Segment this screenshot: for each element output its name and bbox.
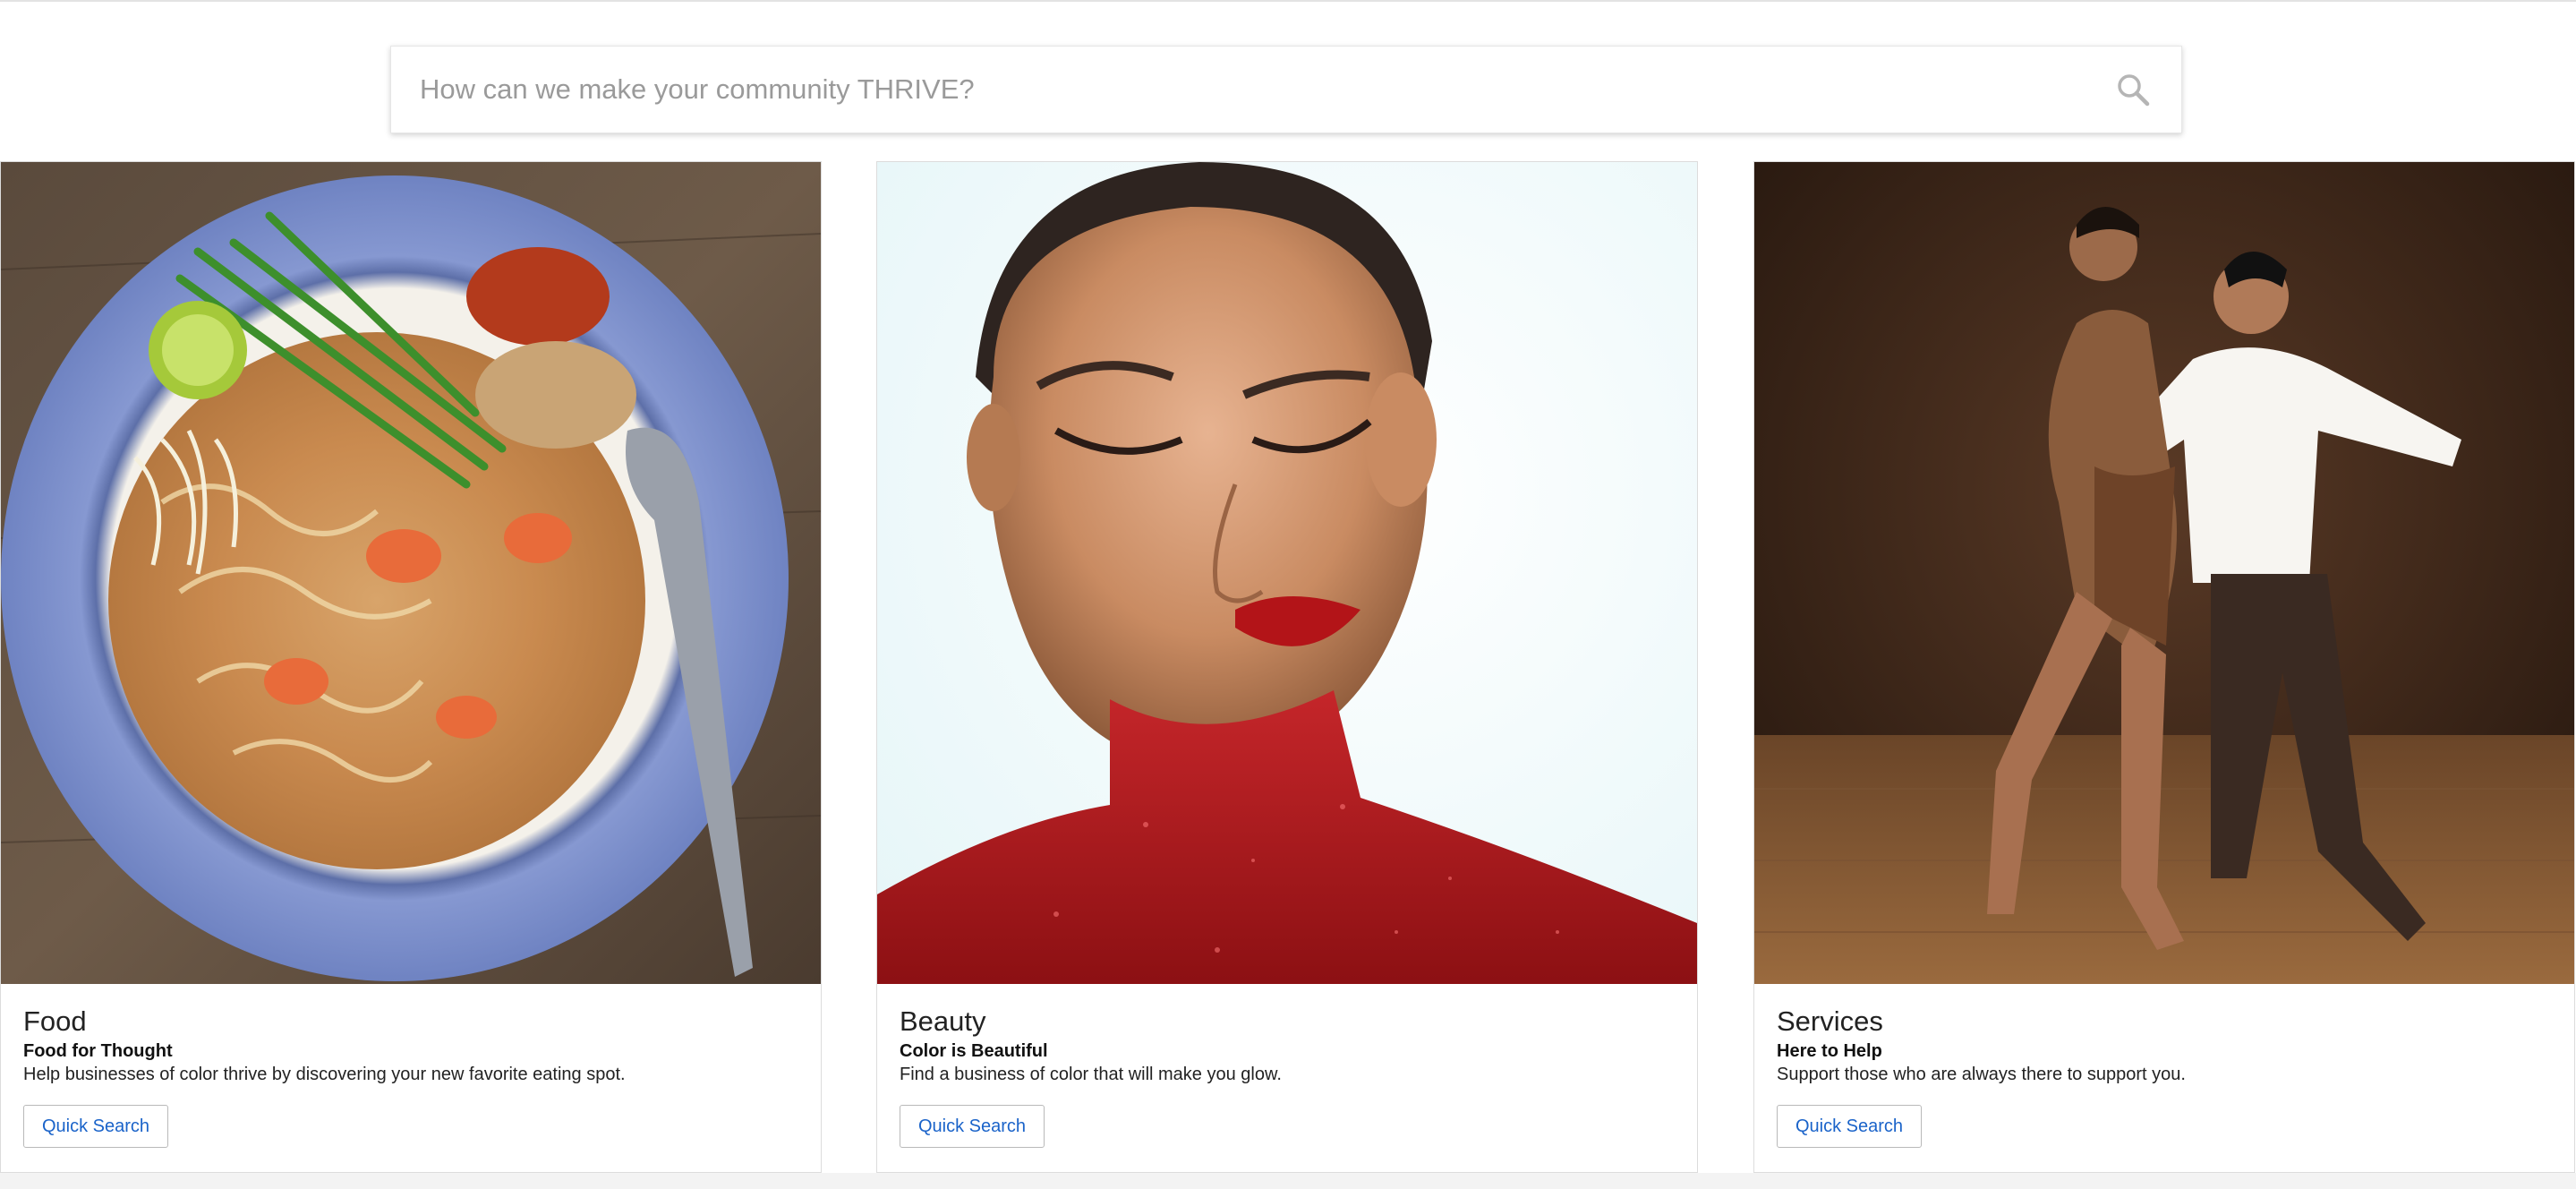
- card-description: Help businesses of color thrive by disco…: [23, 1065, 626, 1084]
- beauty-image: [877, 162, 1697, 984]
- search-bar: [390, 46, 2182, 133]
- food-card-body: Food Food for Thought Help businesses of…: [23, 1005, 803, 1086]
- search-icon[interactable]: [2115, 72, 2151, 107]
- card-title: Beauty: [900, 1005, 986, 1037]
- beauty-card-body: Beauty Color is Beautiful Find a busines…: [900, 1005, 1679, 1086]
- card-services: Services Here to Help Support those who …: [1753, 161, 2575, 1173]
- card-title: Services: [1777, 1005, 1883, 1037]
- food-image: [1, 162, 821, 984]
- services-image: [1754, 162, 2574, 984]
- page: Food Food for Thought Help businesses of…: [0, 0, 2576, 1189]
- search-input[interactable]: [420, 47, 2103, 133]
- card-subtitle: Food for Thought: [23, 1041, 173, 1061]
- services-quick-search-button[interactable]: Quick Search: [1777, 1105, 1923, 1148]
- card-subtitle: Here to Help: [1777, 1041, 1882, 1061]
- card-description: Find a business of color that will make …: [900, 1065, 1282, 1084]
- services-card-body: Services Here to Help Support those who …: [1777, 1005, 2556, 1086]
- card-food: Food Food for Thought Help businesses of…: [0, 161, 822, 1173]
- card-subtitle: Color is Beautiful: [900, 1041, 1048, 1061]
- card-beauty: Beauty Color is Beautiful Find a busines…: [876, 161, 1698, 1173]
- food-quick-search-button[interactable]: Quick Search: [23, 1105, 169, 1148]
- card-description: Support those who are always there to su…: [1777, 1065, 2186, 1084]
- card-title: Food: [23, 1005, 87, 1037]
- page-footer-shade: [0, 1173, 2576, 1189]
- beauty-quick-search-button[interactable]: Quick Search: [900, 1105, 1045, 1148]
